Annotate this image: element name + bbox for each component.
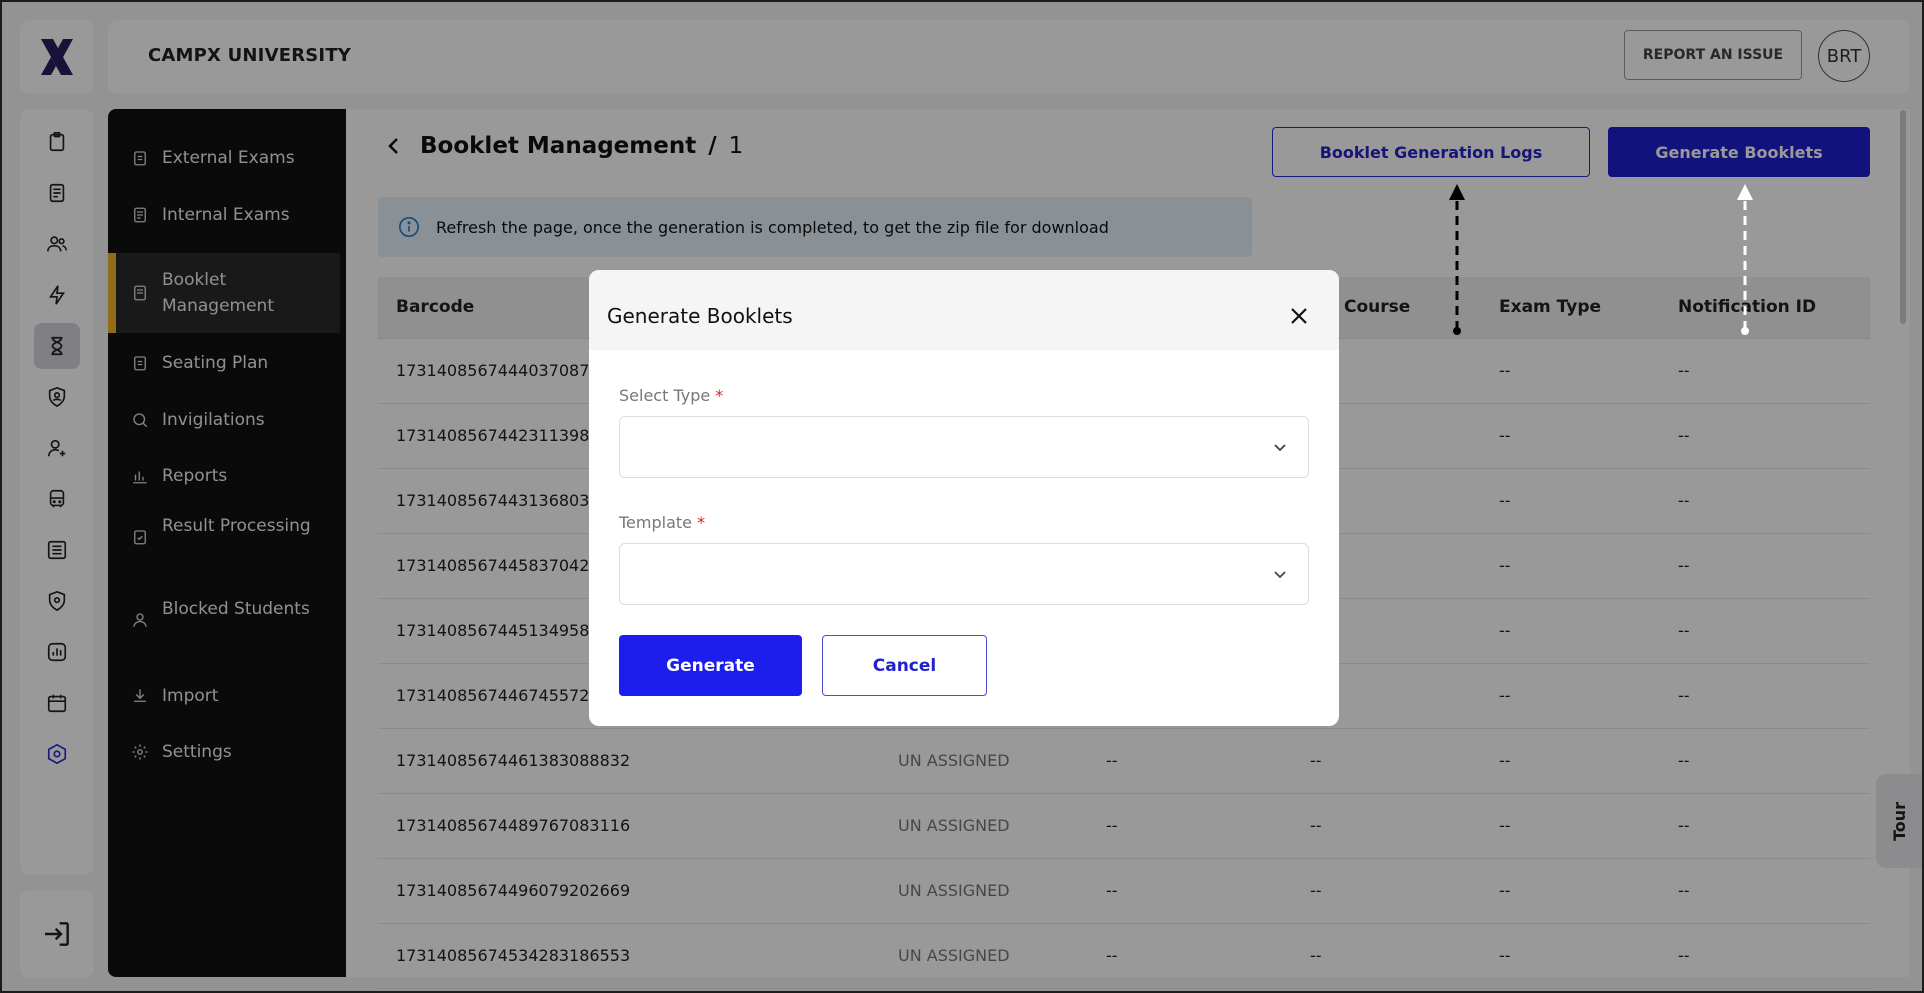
required-mark: * (715, 386, 724, 405)
chevron-down-icon (1272, 566, 1288, 582)
required-mark: * (697, 513, 706, 532)
cancel-button[interactable]: Cancel (822, 635, 987, 696)
template-dropdown[interactable] (619, 543, 1309, 605)
modal-header: Generate Booklets (589, 270, 1339, 350)
select-type-label-text: Select Type (619, 386, 711, 405)
generate-button[interactable]: Generate (619, 635, 802, 696)
template-label-text: Template (619, 513, 693, 532)
generate-booklets-modal: Generate Booklets Select Type * Template… (589, 270, 1339, 726)
chevron-down-icon (1272, 439, 1288, 455)
close-icon[interactable] (1289, 306, 1309, 326)
select-type-dropdown[interactable] (619, 416, 1309, 478)
select-type-label: Select Type * (619, 386, 723, 405)
app-frame: CAMPX UNIVERSITY REPORT AN ISSUE BRT Ext… (0, 0, 1924, 993)
template-label: Template * (619, 513, 705, 532)
modal-title: Generate Booklets (607, 304, 793, 328)
